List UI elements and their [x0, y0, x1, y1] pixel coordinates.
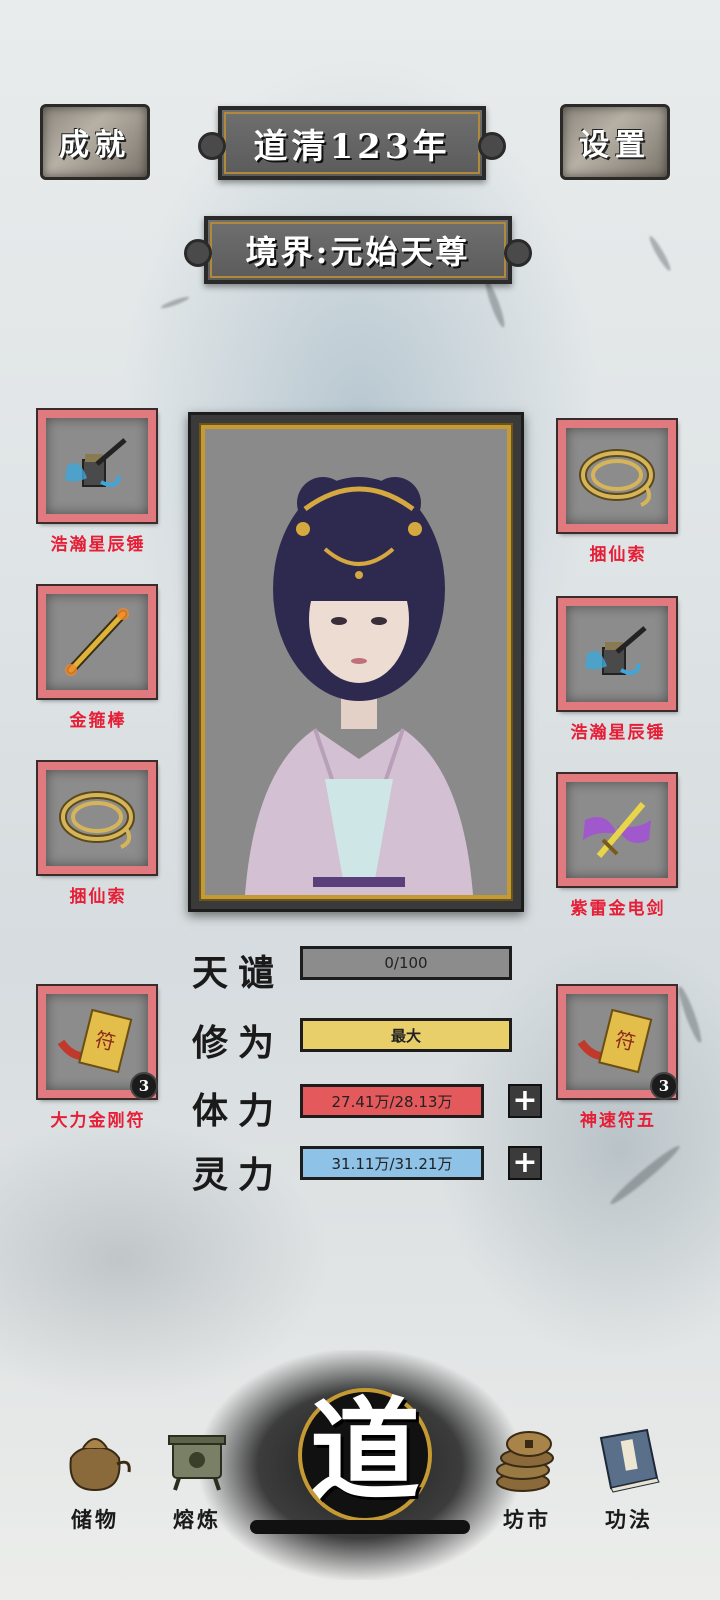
stamina-value: 27.41万/28.13万 [331, 1092, 453, 1111]
cauldron-icon [168, 1435, 226, 1491]
slot-label: 金箍棒 [69, 711, 127, 731]
talisman-icon: 符 [577, 1008, 653, 1074]
equip-slot-right-1[interactable]: 捆仙索 [556, 418, 678, 565]
stat-label-tribulation: 天谴 [192, 952, 285, 994]
nav-dao-button[interactable]: 道 [250, 1378, 480, 1568]
talisman-icon: 符 [57, 1008, 133, 1074]
character-portrait-frame [188, 412, 524, 912]
ink-stroke [607, 1142, 683, 1208]
golden-staff-icon [65, 608, 129, 676]
hammer-icon [585, 626, 647, 675]
tribulation-value: 0/100 [384, 954, 428, 972]
slot-frame: 符 3 [556, 984, 678, 1100]
cultivation-bar: 最大 [300, 1018, 512, 1052]
spirit-plus-button[interactable]: + [508, 1146, 542, 1180]
realm-plaque: 境界:元始天尊 [184, 216, 532, 284]
slot-frame [36, 408, 158, 524]
nav-storage-label: 储物 [71, 1507, 119, 1532]
ink-stroke [482, 279, 508, 329]
talisman-count-badge: 3 [130, 1072, 158, 1100]
realm-text: 境界:元始天尊 [245, 233, 471, 271]
nav-refine[interactable]: 熔炼 [152, 1424, 242, 1534]
spirit-bar: 31.11万/31.21万 [300, 1146, 484, 1180]
book-icon [599, 1428, 660, 1493]
nav-techniques[interactable]: 功法 [584, 1424, 674, 1534]
pouch-icon [69, 1438, 131, 1492]
nav-techniques-label: 功法 [605, 1507, 653, 1532]
nav-market-label: 坊市 [503, 1507, 551, 1532]
character-figure [245, 477, 473, 895]
stamina-bar: 27.41万/28.13万 [300, 1084, 484, 1118]
equip-slot-right-3[interactable]: 紫雷金电剑 [556, 772, 678, 919]
slot-label: 浩瀚星辰锤 [570, 723, 666, 743]
settings-label: 设置 [579, 128, 651, 163]
slot-label: 捆仙索 [589, 545, 647, 565]
slot-frame [556, 418, 678, 534]
stamina-plus-button[interactable]: + [508, 1084, 542, 1118]
equip-slot-left-3[interactable]: 捆仙索 [36, 760, 158, 907]
equip-slot-left-1[interactable]: 浩瀚星辰锤 [36, 408, 158, 555]
settings-button[interactable]: 设置 [560, 104, 670, 180]
achievements-label: 成就 [59, 128, 131, 163]
nav-refine-label: 熔炼 [173, 1507, 221, 1532]
stat-label-cultivation: 修为 [192, 1022, 285, 1064]
ink-stroke [160, 295, 190, 310]
stat-label-spirit: 灵力 [192, 1154, 285, 1196]
year-title-plaque: 道清123年 [198, 106, 506, 180]
slot-label: 浩瀚星辰锤 [50, 535, 146, 555]
nav-market[interactable]: 坊市 [482, 1424, 572, 1534]
stat-label-stamina: 体力 [192, 1090, 285, 1132]
talisman-slot-right[interactable]: 符 3 神速符五 [556, 984, 678, 1131]
dao-label: 道 [310, 1386, 420, 1515]
slot-frame [36, 760, 158, 876]
achievements-button[interactable]: 成就 [40, 104, 150, 180]
equip-slot-right-2[interactable]: 浩瀚星辰锤 [556, 596, 678, 743]
hammer-icon [65, 438, 127, 487]
ink-stroke [646, 234, 674, 273]
tribulation-bar: 0/100 [300, 946, 512, 980]
slot-label: 紫雷金电剑 [570, 899, 666, 919]
ink-stroke [675, 984, 705, 1045]
spirit-value: 31.11万/31.21万 [331, 1154, 453, 1173]
slot-frame: 符 3 [36, 984, 158, 1100]
slot-frame [36, 584, 158, 700]
slot-label: 神速符五 [580, 1111, 656, 1131]
slot-frame [556, 596, 678, 712]
rope-icon [59, 791, 135, 849]
rope-icon [579, 449, 655, 507]
slot-label: 捆仙索 [69, 887, 127, 907]
dao-base [250, 1520, 470, 1534]
slot-label: 大力金刚符 [50, 1111, 146, 1131]
nav-storage[interactable]: 储物 [50, 1424, 140, 1534]
year-title: 道清123年 [253, 126, 451, 167]
character-portrait [199, 423, 513, 901]
lightning-sword-icon [583, 802, 651, 858]
slot-frame [556, 772, 678, 888]
coins-icon [496, 1431, 554, 1492]
equip-slot-left-2[interactable]: 金箍棒 [36, 584, 158, 731]
cultivation-value: 最大 [390, 1026, 421, 1045]
talisman-slot-left[interactable]: 符 3 大力金刚符 [36, 984, 158, 1131]
talisman-count-badge: 3 [650, 1072, 678, 1100]
